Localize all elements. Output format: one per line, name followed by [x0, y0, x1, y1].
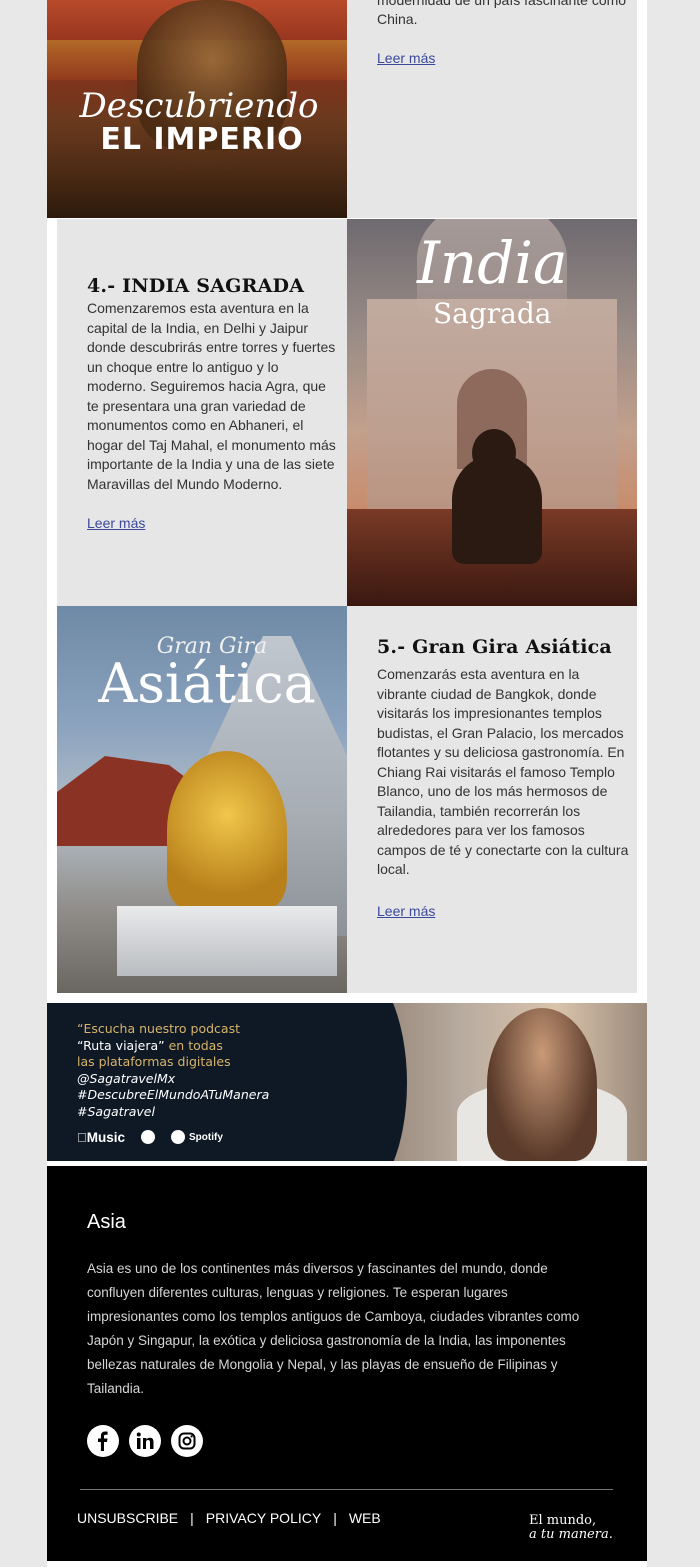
india-sagrada-image[interactable]: India Sagrada: [347, 219, 637, 606]
spotify-logo[interactable]: Spotify: [171, 1130, 223, 1144]
apple-icon: : [77, 1130, 87, 1145]
golden-buddha: [167, 751, 287, 911]
image-main-title: Asiática: [98, 652, 316, 715]
facebook-icon[interactable]: [87, 1425, 119, 1457]
row3-read-more-link[interactable]: Leer más: [377, 903, 435, 919]
row1-body-line-2: China.: [377, 11, 418, 27]
apple-music-logo[interactable]: Music: [77, 1130, 125, 1145]
row1-text-panel: modernidad de un país fascinante como Ch…: [347, 0, 637, 218]
image-subtitle: Sagrada: [433, 297, 552, 330]
woman-with-headphones: [487, 1008, 597, 1161]
footer-description: Asia es uno de los continentes más diver…: [87, 1261, 580, 1396]
footer: Asia Asia es uno de los continentes más …: [47, 1166, 647, 1561]
instagram-icon[interactable]: [171, 1425, 203, 1457]
slogan-line-2: a tu manera.: [529, 1527, 613, 1542]
podcast-line-3: las plataformas digitales: [77, 1054, 231, 1069]
gran-gira-asiatica-image[interactable]: Gran Gira Asiática: [57, 606, 347, 993]
linkedin-icon[interactable]: [129, 1425, 161, 1457]
gran-gira-heading: 5.- Gran Gira Asiática: [377, 636, 612, 658]
spotify-icon: [171, 1130, 186, 1144]
footer-divider: [80, 1489, 613, 1490]
apple-music-label: Music: [77, 1129, 125, 1145]
podcast-line-2-rest: en todas: [164, 1037, 223, 1053]
buddha-base: [117, 906, 337, 976]
podcast-tag-3: #Sagatravel: [77, 1103, 155, 1119]
podcast-line-2: “Ruta viajera” en todas: [77, 1038, 307, 1055]
privacy-policy-link[interactable]: PRIVACY POLICY: [206, 1510, 321, 1526]
image-script-title: Descubriendo: [79, 86, 319, 126]
web-link[interactable]: WEB: [349, 1510, 381, 1526]
link-separator: |: [190, 1510, 194, 1526]
link-separator: |: [333, 1510, 337, 1526]
podcast-tag-2: #DescubreElMundoATuManera: [77, 1087, 270, 1102]
spotify-label: Spotify: [179, 1131, 223, 1143]
india-sagrada-body: Comenzaremos esta aventura en la capital…: [87, 300, 336, 492]
banner-curve: [297, 1003, 407, 1161]
podcast-tag-1: @SagatravelMx: [77, 1070, 176, 1086]
podcast-banner[interactable]: “Escucha nuestro podcast “Ruta viajera” …: [47, 1003, 647, 1161]
unsubscribe-link[interactable]: UNSUBSCRIBE: [77, 1510, 178, 1526]
brand-slogan: El mundo, a tu manera.: [529, 1514, 619, 1542]
podcast-title: “Ruta viajera”: [77, 1037, 165, 1053]
india-sagrada-heading: 4.- INDIA SAGRADA: [87, 275, 305, 297]
podcast-text: “Escucha nuestro podcast “Ruta viajera” …: [77, 1021, 307, 1120]
row1-read-more-link[interactable]: Leer más: [377, 50, 435, 66]
social-links: [87, 1425, 203, 1457]
podcast-platform-logos: Music Spotify: [77, 1128, 277, 1146]
footer-links: UNSUBSCRIBE | PRIVACY POLICY | WEB: [77, 1510, 381, 1526]
slogan-line-1: El mundo,: [529, 1513, 597, 1528]
footer-title: Asia: [87, 1211, 126, 1233]
person-head: [472, 429, 516, 477]
row3-text-panel: 5.- Gran Gira Asiática Comenzarás esta a…: [347, 606, 637, 993]
podcast-line-1: “Escucha nuestro podcast: [77, 1021, 241, 1036]
image-script-title: India: [417, 229, 568, 297]
row1-body-line: modernidad de un país fascinante como: [377, 0, 627, 8]
gran-gira-body: Comenzarás esta aventura en la vibrante …: [377, 666, 629, 877]
row2-text-panel: 4.- INDIA SAGRADA Comenzaremos esta aven…: [57, 219, 347, 606]
image-main-title: EL IMPERIO: [100, 122, 304, 157]
music-note-icon[interactable]: [141, 1130, 156, 1144]
row2-read-more-link[interactable]: Leer más: [87, 515, 145, 531]
descubriendo-el-imperio-image[interactable]: Descubriendo EL IMPERIO: [47, 0, 347, 218]
